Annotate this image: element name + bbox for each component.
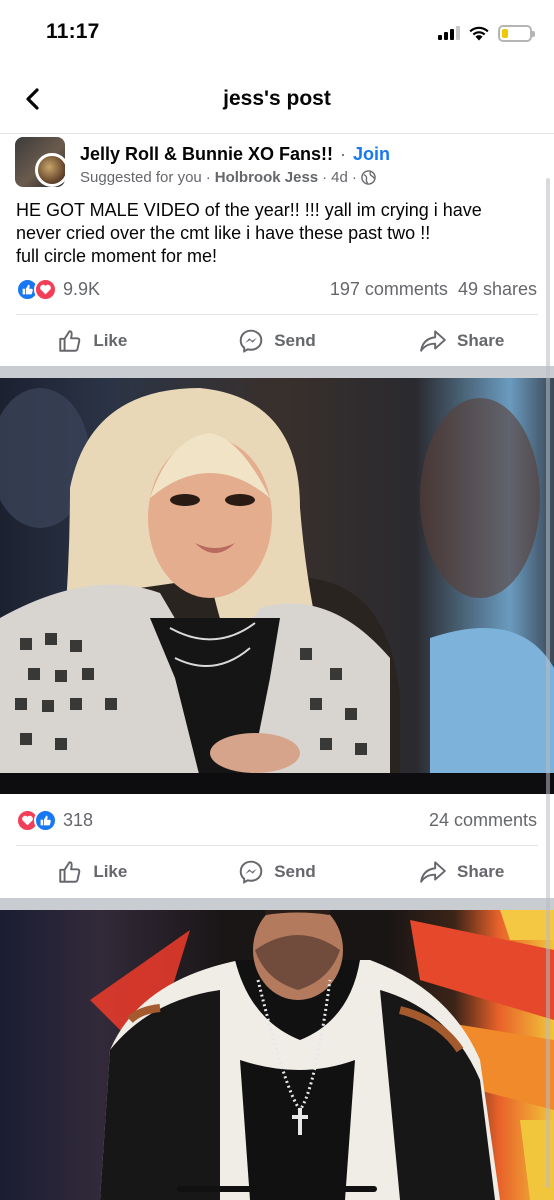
messenger-icon <box>239 329 263 353</box>
send-label: Send <box>274 331 316 350</box>
photo-action-bar: Like Send Share <box>0 846 554 898</box>
photo-comments-count[interactable]: 24 comments <box>429 810 537 830</box>
group-avatar[interactable] <box>15 137 65 187</box>
comments-count[interactable]: 197 comments <box>330 279 448 299</box>
share-label: Share <box>457 862 505 881</box>
suggested-label: Suggested for you <box>80 169 202 186</box>
post-header: Jelly Roll & Bunnie XO Fans!! · Join Sug… <box>0 134 554 190</box>
shares-count[interactable]: 49 shares <box>458 279 537 299</box>
share-button[interactable]: Share <box>369 315 554 367</box>
reaction-count: 9.9K <box>63 279 101 299</box>
share-label: Share <box>457 331 505 350</box>
author-avatar[interactable] <box>35 153 65 187</box>
like-label: Like <box>93 862 128 881</box>
status-bar: 11:17 <box>0 0 554 66</box>
send-button[interactable]: Send <box>185 315 370 367</box>
share-arrow-icon <box>420 861 446 883</box>
group-line: Jelly Roll & Bunnie XO Fans!! · Join <box>80 144 391 164</box>
send-button[interactable]: Send <box>185 846 370 898</box>
join-button[interactable]: Join <box>353 144 390 164</box>
photo-reaction-row: 318 24 comments <box>0 806 554 836</box>
author-link[interactable]: Holbrook Jess <box>215 169 318 186</box>
post-photo[interactable] <box>0 378 554 794</box>
send-label: Send <box>274 862 316 881</box>
thumbs-up-icon <box>59 330 81 352</box>
like-reaction-icon <box>34 809 57 832</box>
status-icons <box>438 22 535 44</box>
status-time: 11:17 <box>46 20 100 43</box>
signal-icon <box>438 26 460 40</box>
group-name-link[interactable]: Jelly Roll & Bunnie XO Fans!! <box>80 144 333 164</box>
scroll-indicator[interactable] <box>546 178 550 1188</box>
page-title: jess's post <box>223 87 331 110</box>
globe-icon <box>361 170 376 185</box>
thumbs-up-icon <box>59 861 81 883</box>
photo-content <box>0 388 554 794</box>
post-text: HE GOT MALE VIDEO of the year!! !!! yall… <box>16 199 541 268</box>
battery-icon <box>498 24 535 42</box>
photo-reaction-count: 318 <box>63 810 94 830</box>
nav-header: jess's post <box>0 66 554 134</box>
post-meta: Suggested for you · Holbrook Jess · 4d · <box>80 169 376 186</box>
photo-engagement-counts: 24 comments <box>429 810 537 831</box>
wifi-icon <box>469 26 489 41</box>
messenger-icon <box>239 860 263 884</box>
section-separator <box>0 366 554 378</box>
section-separator <box>0 898 554 910</box>
photo-content <box>90 910 554 1200</box>
reaction-row: 9.9K 197 comments 49 shares <box>0 275 554 305</box>
photo-reaction-summary[interactable]: 318 <box>16 809 93 832</box>
reaction-summary[interactable]: 9.9K <box>16 278 100 301</box>
post-text-line: HE GOT MALE VIDEO of the year!! !!! yall… <box>16 200 482 220</box>
like-label: Like <box>93 331 128 350</box>
love-reaction-icon <box>34 278 57 301</box>
home-indicator[interactable] <box>177 1186 377 1192</box>
post-photo[interactable] <box>0 910 554 1200</box>
like-button[interactable]: Like <box>0 315 185 367</box>
share-button[interactable]: Share <box>369 846 554 898</box>
like-button[interactable]: Like <box>0 846 185 898</box>
post-text-line: full circle moment for me! <box>16 246 218 266</box>
share-arrow-icon <box>420 330 446 352</box>
post-text-line: never cried over the cmt like i have the… <box>16 223 431 243</box>
post-action-bar: Like Send Share <box>0 315 554 367</box>
post-time[interactable]: 4d <box>331 169 348 186</box>
engagement-counts: 197 comments 49 shares <box>330 279 537 300</box>
